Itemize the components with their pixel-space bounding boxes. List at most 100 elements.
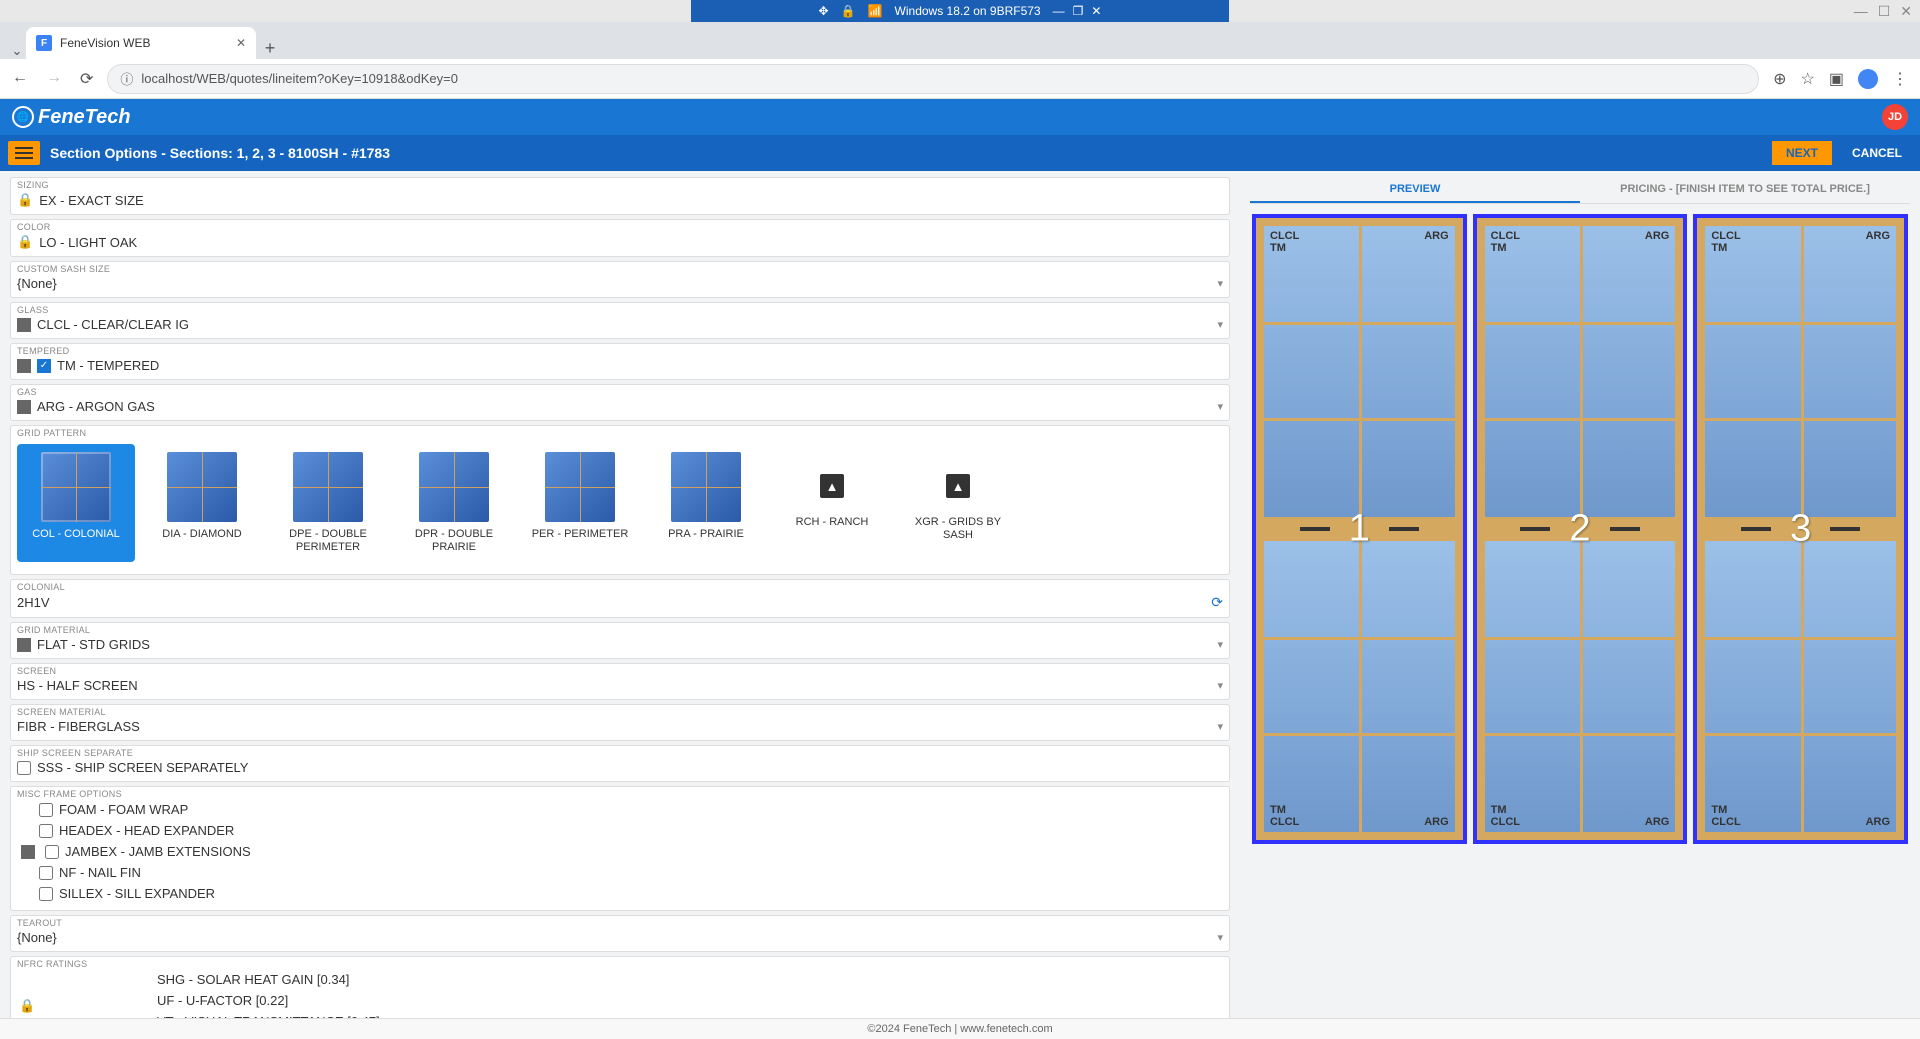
- brand-logo[interactable]: 🌐 FeneTech: [12, 106, 131, 129]
- grid-pattern-tile[interactable]: ▲ XGR - GRIDS BY SASH: [899, 444, 1017, 562]
- hamburger-menu-button[interactable]: [8, 141, 40, 165]
- field-gas[interactable]: GAS ARG - ARGON GAS: [10, 384, 1230, 421]
- window-sash: TMCLCL ARG: [1260, 537, 1459, 836]
- tab-list-dropdown[interactable]: ⌄: [8, 43, 26, 59]
- grid-pattern-tile[interactable]: ▲ RCH - RANCH: [773, 444, 891, 562]
- field-grid-pattern: GRID PATTERN COL - COLONIALDIA - DIAMOND…: [10, 425, 1230, 575]
- lock-icon[interactable]: 🔒: [19, 998, 35, 1014]
- os-signal-icon[interactable]: 📶: [868, 4, 883, 18]
- grid-pattern-tile[interactable]: PRA - PRAIRIE: [647, 444, 765, 562]
- window-close-icon[interactable]: ✕: [1900, 3, 1912, 20]
- inner-restore-icon[interactable]: ❐: [1073, 4, 1084, 18]
- field-grid-material[interactable]: GRID MATERIAL FLAT - STD GRIDS: [10, 622, 1230, 659]
- page-toolbar: Section Options - Sections: 1, 2, 3 - 81…: [0, 135, 1920, 171]
- refresh-icon[interactable]: ⟳: [1211, 594, 1223, 611]
- os-lock-icon[interactable]: 🔒: [841, 4, 856, 18]
- grid-pattern-tile[interactable]: COL - COLONIAL: [17, 444, 135, 562]
- preview-panel: PREVIEW PRICING - [FINISH ITEM TO SEE TO…: [1240, 171, 1920, 1018]
- back-icon[interactable]: ←: [12, 69, 28, 89]
- tile-label: XGR - GRIDS BY SASH: [903, 516, 1013, 542]
- field-ship-screen[interactable]: SHIP SCREEN SEPARATE SSS - SHIP SCREEN S…: [10, 745, 1230, 782]
- browser-toolbar: ← → ⟳ ⓘ ⊕ ☆ ▣ ⋮: [0, 59, 1920, 99]
- sillex-checkbox[interactable]: [39, 887, 53, 901]
- pattern-swatch: [293, 452, 363, 522]
- browser-tab[interactable]: F FeneVision WEB ✕: [26, 27, 256, 59]
- inner-close-icon[interactable]: ✕: [1091, 4, 1101, 18]
- grid-pattern-tile[interactable]: DPE - DOUBLE PERIMETER: [269, 444, 387, 562]
- page-title: Section Options - Sections: 1, 2, 3 - 81…: [50, 145, 390, 161]
- pattern-swatch: [671, 452, 741, 522]
- field-tearout[interactable]: TEAROUT {None}: [10, 915, 1230, 952]
- window-minimize-icon[interactable]: —: [1854, 3, 1868, 20]
- os-move-icon[interactable]: ✥: [819, 4, 829, 18]
- gas-label: ARG: [1866, 816, 1890, 828]
- ship-screen-checkbox[interactable]: [17, 761, 31, 775]
- jambex-checkbox[interactable]: [45, 845, 59, 859]
- pattern-swatch: [41, 452, 111, 522]
- bookmark-icon[interactable]: ☆: [1801, 69, 1815, 89]
- lock-icon[interactable]: 🔒: [17, 192, 33, 208]
- cancel-button[interactable]: CANCEL: [1842, 141, 1912, 165]
- glass-label: CLCLTM: [1711, 230, 1740, 254]
- field-screen-material[interactable]: SCREEN MATERIAL FIBR - FIBERGLASS: [10, 704, 1230, 741]
- tile-label: PRA - PRAIRIE: [668, 528, 744, 541]
- lock-icon[interactable]: 🔒: [17, 234, 33, 250]
- pattern-swatch: [167, 452, 237, 522]
- glass-label: CLCLTM: [1270, 230, 1299, 254]
- new-tab-button[interactable]: +: [256, 38, 284, 59]
- tab-preview[interactable]: PREVIEW: [1250, 177, 1580, 203]
- layers-icon: [17, 400, 31, 414]
- pattern-swatch: [419, 452, 489, 522]
- field-screen[interactable]: SCREEN HS - HALF SCREEN: [10, 663, 1230, 700]
- field-custom-sash[interactable]: CUSTOM SASH SIZE {None}: [10, 261, 1230, 298]
- tile-label: COL - COLONIAL: [32, 528, 120, 541]
- next-button[interactable]: NEXT: [1772, 141, 1832, 165]
- tile-label: DIA - DIAMOND: [162, 528, 241, 541]
- tab-favicon: F: [36, 35, 52, 51]
- tab-pricing[interactable]: PRICING - [FINISH ITEM TO SEE TOTAL PRIC…: [1580, 177, 1910, 203]
- profile-icon[interactable]: [1858, 69, 1878, 89]
- window-maximize-icon[interactable]: ☐: [1878, 3, 1891, 20]
- grid-pattern-tile[interactable]: PER - PERIMETER: [521, 444, 639, 562]
- tile-label: PER - PERIMETER: [532, 528, 629, 541]
- inner-min-icon[interactable]: —: [1053, 4, 1065, 18]
- forward-icon[interactable]: →: [46, 69, 62, 89]
- field-colonial[interactable]: COLONIAL 2H1V ⟳: [10, 579, 1230, 618]
- glass-label: CLCLTM: [1491, 230, 1520, 254]
- gas-label: ARG: [1424, 230, 1448, 242]
- reload-icon[interactable]: ⟳: [80, 69, 93, 89]
- nf-checkbox[interactable]: [39, 866, 53, 880]
- glass-label: TMCLCL: [1270, 804, 1299, 828]
- tile-label: DPR - DOUBLE PRAIRIE: [399, 528, 509, 554]
- zoom-icon[interactable]: ⊕: [1773, 69, 1786, 89]
- tile-label: RCH - RANCH: [796, 516, 869, 529]
- gas-label: ARG: [1866, 230, 1890, 242]
- field-glass[interactable]: GLASS CLCL - CLEAR/CLEAR IG: [10, 302, 1230, 339]
- window-sash: TMCLCLARG: [1701, 537, 1900, 836]
- window-sash: CLCLTM ARG: [1701, 222, 1900, 521]
- gas-label: ARG: [1424, 816, 1448, 828]
- tab-close-icon[interactable]: ✕: [236, 36, 246, 50]
- grid-pattern-tile[interactable]: DIA - DIAMOND: [143, 444, 261, 562]
- address-bar[interactable]: ⓘ: [107, 64, 1759, 94]
- user-avatar[interactable]: JD: [1882, 104, 1908, 130]
- browser-tab-strip: ⌄ F FeneVision WEB ✕ +: [0, 22, 1920, 59]
- extensions-icon[interactable]: ▣: [1829, 69, 1844, 89]
- headex-checkbox[interactable]: [39, 824, 53, 838]
- glass-label: TMCLCL: [1491, 804, 1520, 828]
- gas-label: ARG: [1645, 816, 1669, 828]
- window-sash: CLCLTM ARG: [1260, 222, 1459, 521]
- os-titlebar: ✥ 🔒 📶 Windows 18.2 on 9BRF573 — ❐ ✕ — ☐ …: [0, 0, 1920, 22]
- grid-pattern-tile[interactable]: DPR - DOUBLE PRAIRIE: [395, 444, 513, 562]
- image-placeholder-icon: ▲: [820, 474, 844, 498]
- site-info-icon[interactable]: ⓘ: [120, 69, 133, 88]
- url-input[interactable]: [141, 71, 1746, 86]
- image-placeholder-icon: ▲: [946, 474, 970, 498]
- field-tempered[interactable]: TEMPERED ✓ TM - TEMPERED: [10, 343, 1230, 380]
- checkbox-checked-icon[interactable]: ✓: [37, 359, 51, 373]
- pattern-swatch: [545, 452, 615, 522]
- foam-checkbox[interactable]: [39, 803, 53, 817]
- menu-kebab-icon[interactable]: ⋮: [1892, 69, 1908, 89]
- layers-icon: [17, 359, 31, 373]
- window-unit: CLCLTMARGTMCLCLARG1: [1252, 214, 1467, 844]
